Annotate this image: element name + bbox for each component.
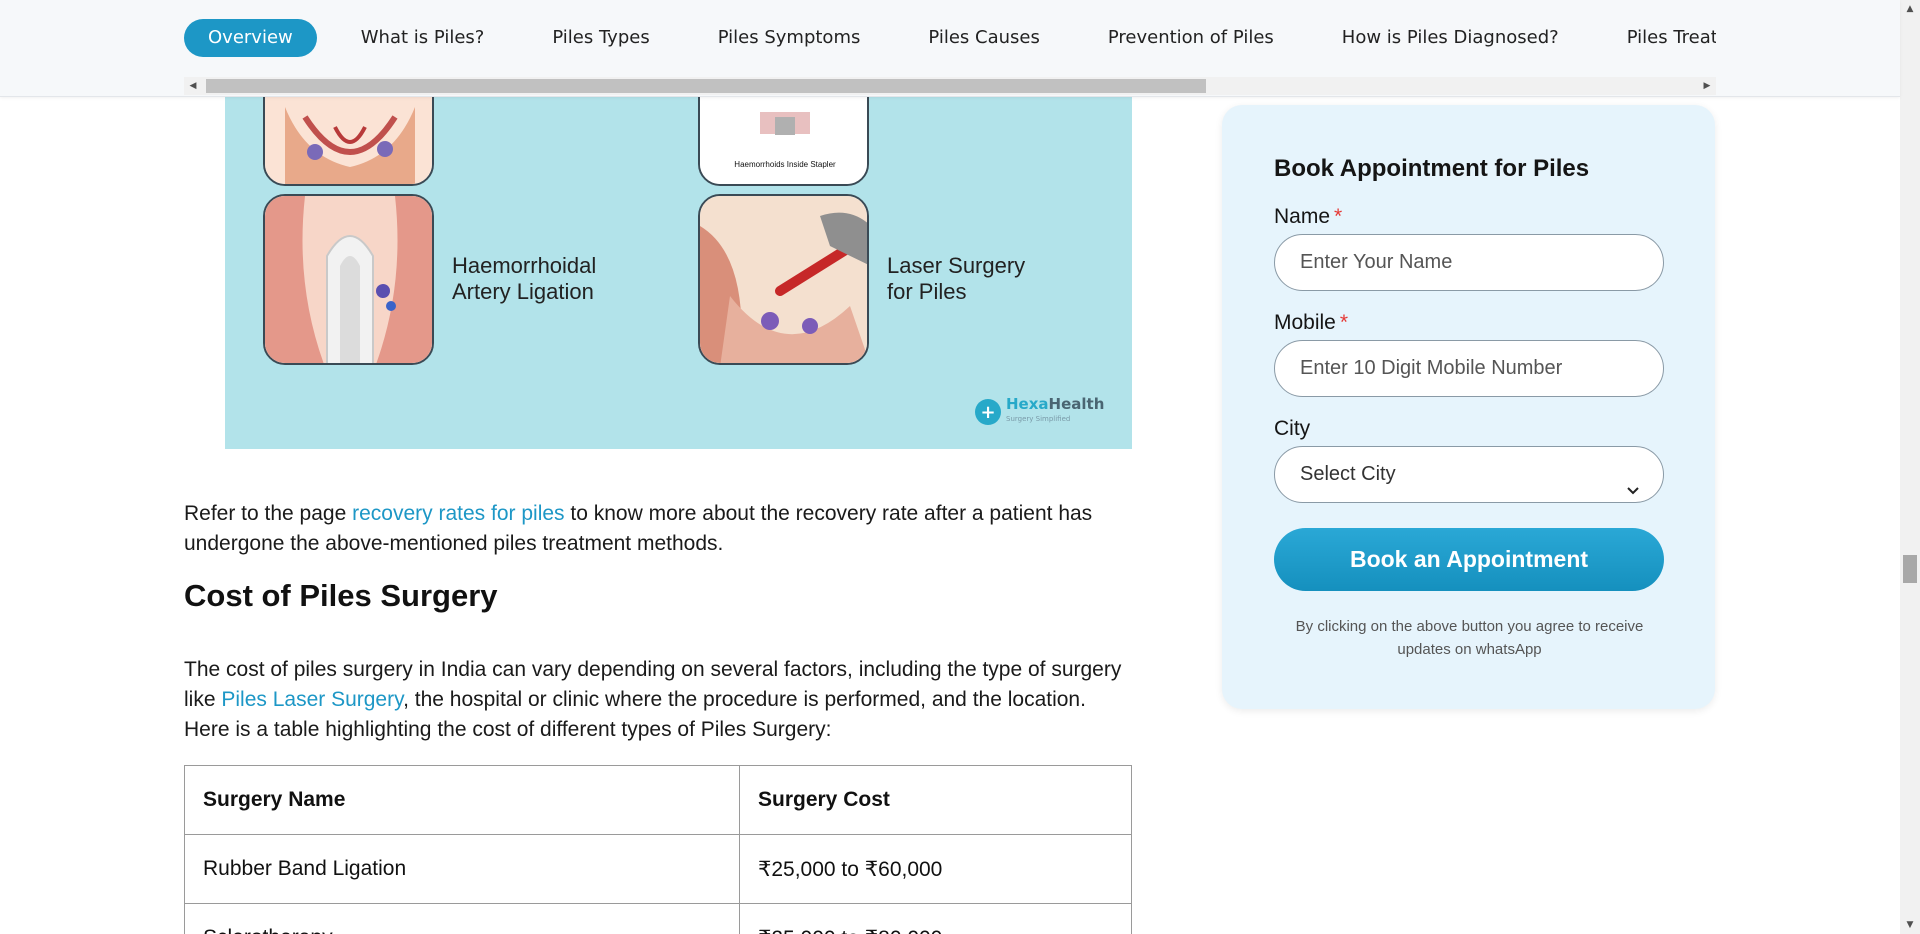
treatment-image-card	[263, 194, 434, 365]
name-label: Name *	[1274, 205, 1343, 228]
artery-ligation-illustration	[265, 196, 432, 363]
tab-piles-types[interactable]: Piles Types	[528, 19, 673, 57]
tab-prevention-of-piles[interactable]: Prevention of Piles	[1084, 19, 1298, 57]
city-select[interactable]: Select City	[1274, 446, 1664, 503]
table-header-row: Surgery Name Surgery Cost	[184, 765, 1132, 835]
tab-what-is-piles[interactable]: What is Piles?	[337, 19, 509, 57]
treatment-image-card	[698, 194, 869, 365]
scroll-left-arrow-icon[interactable]: ◀	[184, 77, 202, 95]
mobile-input[interactable]	[1274, 340, 1664, 397]
book-appointment-card: Book Appointment for Piles Name* Mobile*…	[1222, 105, 1715, 709]
section-nav-bar: Overview What is Piles? Piles Types Piles S…	[0, 0, 1900, 97]
scroll-up-arrow-icon[interactable]: ▲	[1900, 0, 1920, 18]
recovery-rate-paragraph: Refer to the page recovery rates for pil…	[184, 502, 1093, 555]
tab-how-is-piles-diagnosed[interactable]: How is Piles Diagnosed?	[1318, 19, 1583, 57]
cost-heading: Cost of Piles Surgery	[184, 578, 498, 613]
tab-piles-treatment[interactable]: Piles Treatment	[1603, 19, 1716, 57]
treatment-image-card	[263, 97, 434, 186]
surgery-name-cell: Sclerotherapy	[184, 903, 740, 934]
name-input[interactable]	[1274, 234, 1664, 291]
section-tabs: Overview What is Piles? Piles Types Piles S…	[184, 14, 1716, 62]
laser-surgery-illustration	[700, 196, 867, 363]
hexahealth-logo-icon: +	[975, 399, 1001, 425]
column-header: Surgery Name	[184, 765, 740, 835]
form-title: Book Appointment for Piles	[1274, 155, 1590, 182]
city-select-value: Select City	[1300, 463, 1396, 485]
hexahealth-logo: + HexaHealth Surgery Simplified	[975, 397, 1104, 427]
surgery-cost-cell: ₹25,000 to ₹60,000	[739, 834, 1132, 904]
book-appointment-button[interactable]: Book an Appointment	[1274, 528, 1664, 591]
mobile-label: Mobile *	[1274, 311, 1349, 334]
card-label-laser-surgery: Laser Surgery for Piles	[887, 253, 1026, 304]
tab-piles-causes[interactable]: Piles Causes	[904, 19, 1063, 57]
surgery-name-cell: Rubber Band Ligation	[184, 834, 740, 904]
card-label-artery-ligation: Haemorrhoidal Artery Ligation	[452, 253, 597, 304]
piles-treatment-illustration: Haemorrhoids Inside Stapler Haemorrhoida…	[225, 97, 1132, 449]
recovery-rates-link[interactable]: recovery rates for piles	[352, 502, 564, 525]
table-row: Rubber Band Ligation ₹25,000 to ₹60,000	[184, 834, 1132, 904]
table-row: Sclerotherapy ₹25,000 to ₹80,000	[184, 903, 1132, 934]
scroll-right-arrow-icon[interactable]: ▶	[1698, 77, 1716, 95]
page-vertical-scrollbar[interactable]: ▲ ▼	[1900, 0, 1920, 934]
tabs-horizontal-scrollbar[interactable]: ◀ ▶	[184, 77, 1716, 95]
whatsapp-consent-note: By clicking on the above button you agre…	[1295, 618, 1644, 658]
stapler-caption: Haemorrhoids Inside Stapler	[734, 160, 836, 169]
tab-piles-symptoms[interactable]: Piles Symptoms	[694, 19, 885, 57]
piles-laser-surgery-link[interactable]: Piles Laser Surgery	[221, 688, 403, 711]
required-asterisk: *	[1334, 205, 1343, 228]
required-asterisk: *	[1339, 311, 1349, 334]
cost-paragraph: The cost of piles surgery in India can v…	[184, 658, 1122, 741]
anatomy-illustration	[265, 97, 432, 184]
stapler-illustration: Haemorrhoids Inside Stapler	[700, 97, 867, 184]
tabs-scroll-thumb[interactable]	[206, 79, 1206, 93]
surgery-cost-cell: ₹25,000 to ₹80,000	[739, 903, 1132, 934]
page-scroll-thumb[interactable]	[1903, 555, 1917, 583]
surgery-cost-table: Surgery Name Surgery Cost Rubber Band Li…	[184, 765, 1132, 934]
chevron-down-icon	[1625, 465, 1641, 520]
scroll-down-arrow-icon[interactable]: ▼	[1900, 916, 1920, 934]
tab-overview[interactable]: Overview	[184, 19, 317, 57]
column-header: Surgery Cost	[739, 765, 1132, 835]
treatment-image-card: Haemorrhoids Inside Stapler	[698, 97, 869, 186]
city-label: City	[1274, 417, 1311, 440]
